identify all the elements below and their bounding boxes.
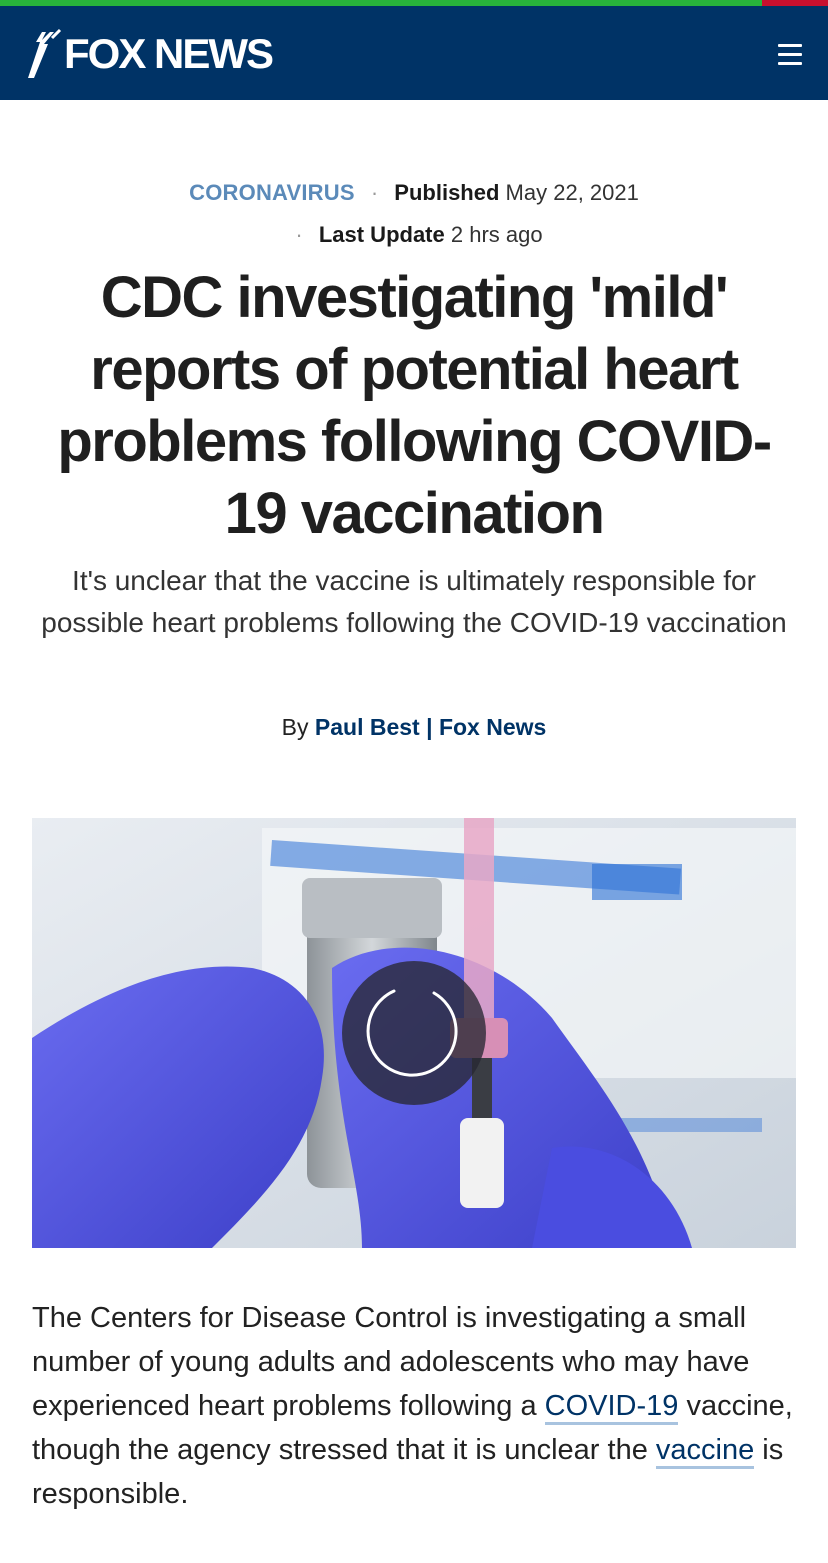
outlet-link[interactable]: Fox News bbox=[439, 714, 546, 740]
article-meta: CORONAVIRUS · Published May 22, 2021 bbox=[0, 180, 828, 206]
hamburger-menu-icon[interactable] bbox=[778, 44, 802, 66]
published-date: May 22, 2021 bbox=[505, 180, 639, 205]
byline-separator: | bbox=[426, 714, 433, 740]
byline-prefix: By bbox=[281, 714, 309, 740]
video-play-button[interactable] bbox=[342, 961, 486, 1105]
article-body-paragraph: The Centers for Disease Control is inves… bbox=[32, 1296, 796, 1516]
published-label: Published bbox=[394, 180, 500, 205]
category-link[interactable]: CORONAVIRUS bbox=[189, 180, 355, 205]
article-video[interactable] bbox=[32, 818, 796, 1248]
fox-news-logo[interactable]: FOX NEWS bbox=[26, 28, 274, 80]
vaccine-link[interactable]: vaccine bbox=[655, 1434, 755, 1469]
logo-text: FOX NEWS bbox=[64, 30, 274, 77]
updated-value: 2 hrs ago bbox=[450, 222, 543, 247]
meta-separator: · bbox=[295, 222, 303, 247]
site-header: FOX NEWS bbox=[0, 6, 828, 100]
covid-19-link[interactable]: COVID-19 bbox=[544, 1390, 679, 1425]
article-headline: CDC investigating 'mild' reports of pote… bbox=[57, 265, 772, 546]
updated-label: Last Update bbox=[318, 222, 445, 247]
fox-logo-mark-icon bbox=[28, 28, 62, 78]
loading-spinner-icon bbox=[366, 989, 458, 1077]
meta-separator: · bbox=[370, 180, 379, 205]
article-meta-updated: · Last Update 2 hrs ago bbox=[0, 222, 828, 248]
author-link[interactable]: Paul Best bbox=[315, 714, 420, 740]
byline: By Paul Best | Fox News bbox=[0, 714, 828, 741]
article-subheadline: It's unclear that the vaccine is ultimat… bbox=[41, 565, 787, 638]
